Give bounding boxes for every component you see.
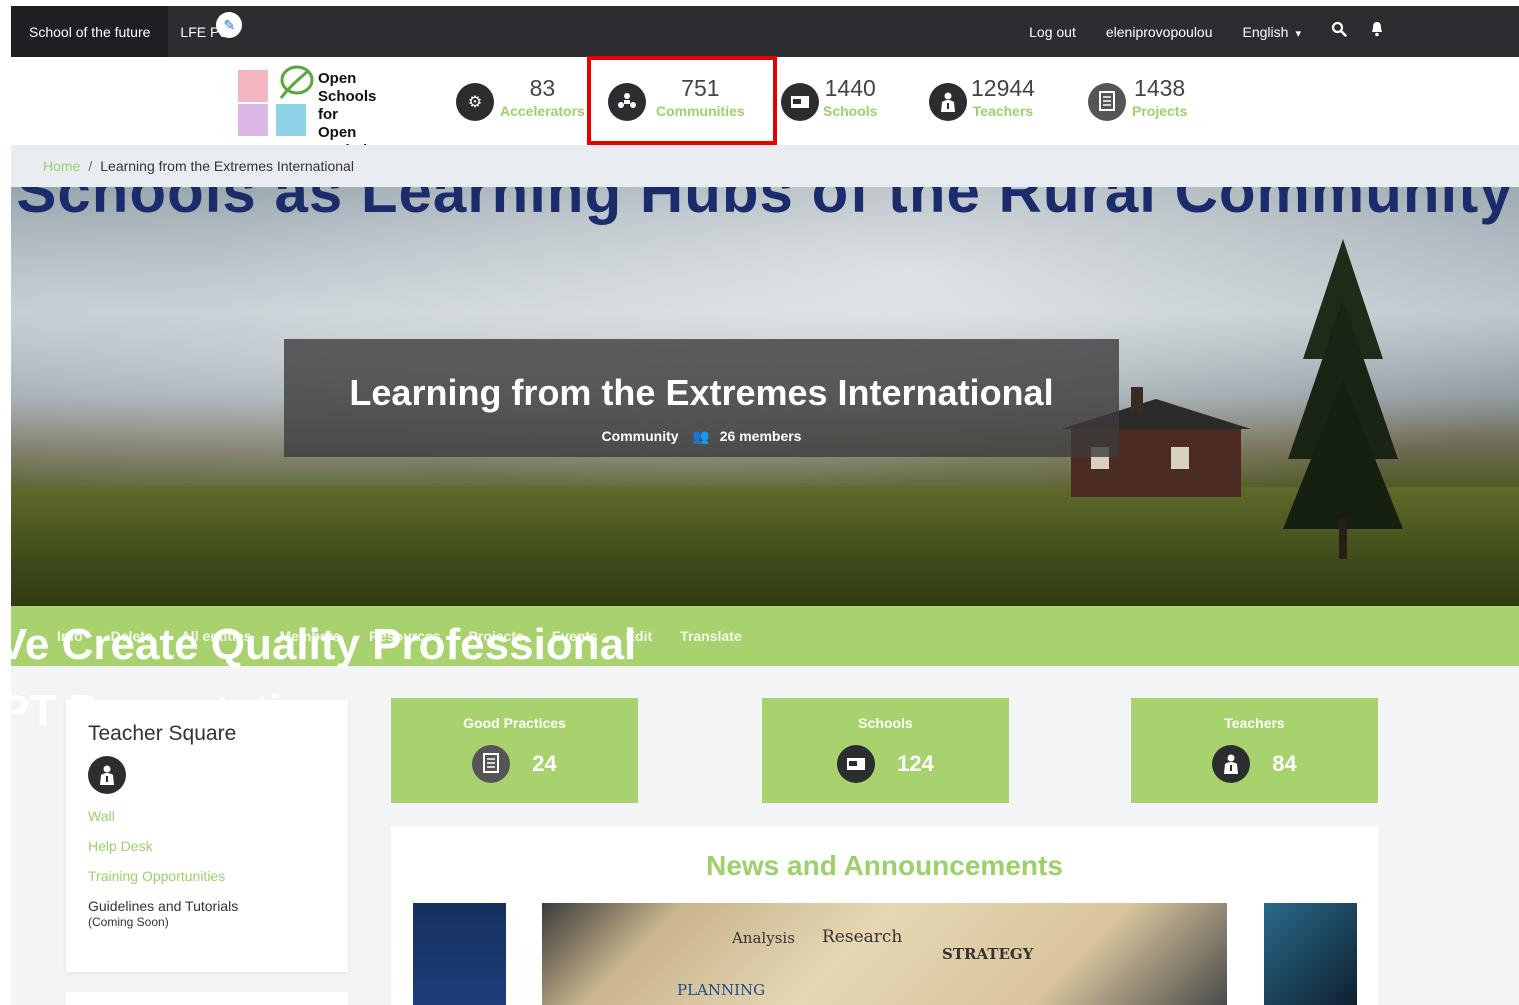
stat-projects[interactable]: 1438 Projects [1088, 74, 1187, 134]
news-slide-right[interactable] [1264, 903, 1357, 1005]
news-title: News and Announcements [706, 850, 1063, 881]
stat-label: Accelerators [500, 103, 585, 119]
members-count[interactable]: 26 members [720, 428, 802, 444]
slide-tag: Research [822, 927, 903, 947]
portal-link[interactable]: LFE Por ✎ [168, 6, 243, 57]
brand-link[interactable]: School of the future [11, 6, 169, 57]
teacher-square-links: Wall Help Desk Training Opportunities Gu… [88, 801, 238, 921]
page-title: Learning from the Extremes International [349, 372, 1054, 413]
logo-square-pink [238, 70, 268, 102]
breadcrumb-home[interactable]: Home [43, 158, 80, 174]
language-dropdown[interactable]: English [1243, 24, 1302, 40]
overlay-text-line1: Ve Create Quality Professional [0, 620, 637, 669]
link-help-desk[interactable]: Help Desk [88, 831, 238, 861]
communities-highlight-box [587, 56, 777, 145]
stat-value: 1438 [1134, 75, 1186, 101]
members-icon: 👥 [692, 428, 710, 444]
news-slide-left[interactable] [413, 903, 506, 1005]
logo-square-blue [276, 104, 306, 136]
hero-meta: Community 👥 26 members [284, 428, 1119, 445]
hero-banner: Schools as Learning Hubs of the Rural Co… [11, 187, 1519, 606]
hero-title-box: Learning from the Extremes International… [284, 339, 1119, 457]
stat-value: 12944 [971, 75, 1035, 101]
news-section: News and Announcements Analysis Research… [391, 826, 1378, 1005]
second-side-card [66, 992, 348, 1005]
link-training[interactable]: Training Opportunities [88, 861, 238, 891]
document-icon [472, 745, 511, 783]
teacher-icon [1212, 745, 1251, 783]
breadcrumb-current: Learning from the Extremes International [100, 158, 354, 174]
stat-teachers[interactable]: 12944 Teachers [929, 74, 1035, 134]
edit-pencil-icon[interactable]: ✎ [216, 12, 243, 38]
document-icon [1088, 83, 1126, 121]
leaf-icon [279, 65, 314, 99]
box-value: 24 [532, 751, 557, 776]
topbar-right: Log out eleniprovopoulou English [1029, 6, 1519, 57]
box-value: 124 [897, 751, 934, 776]
site-logo[interactable]: Open Schools for Open Societies [238, 62, 398, 159]
stat-value: 83 [529, 75, 556, 101]
box-title: Teachers [1224, 715, 1285, 731]
search-icon[interactable] [1331, 21, 1347, 42]
stat-value: 1440 [824, 75, 876, 101]
school-icon [837, 745, 876, 783]
schools-box[interactable]: Schools 124 [762, 698, 1009, 803]
logo-square-purple [238, 104, 268, 136]
coming-soon-label: (Coming Soon) [88, 915, 169, 929]
slide-tag: Analysis [732, 929, 795, 947]
link-wall[interactable]: Wall [88, 801, 238, 831]
stat-accelerators[interactable]: ⚙ 83 Accelerators [456, 74, 585, 134]
school-icon [781, 83, 819, 121]
slide-tag: STRATEGY [942, 945, 1034, 963]
topbar-icons [1331, 21, 1385, 42]
stat-schools[interactable]: 1440 Schools [781, 74, 877, 134]
top-navbar: School of the future LFE Por ✎ Log out e… [11, 6, 1519, 57]
overlay-text-line2: PT Presentation [0, 686, 335, 735]
stat-label: Projects [1132, 103, 1188, 119]
teacher-icon [929, 83, 967, 121]
box-value: 84 [1272, 751, 1297, 776]
community-type: Community [601, 428, 679, 444]
menu-item-translate[interactable]: Translate [680, 628, 741, 644]
news-slide-center[interactable]: Analysis Research STRATEGY PLANNING [542, 903, 1227, 1005]
breadcrumb-separator: / [88, 158, 93, 174]
teacher-square-card: Teacher Square Wall Help Desk Training O… [66, 700, 348, 972]
slide-tag: PLANNING [677, 981, 766, 999]
stat-label: Schools [823, 103, 878, 119]
bell-icon[interactable] [1369, 21, 1385, 42]
logout-link[interactable]: Log out [1029, 24, 1076, 40]
teachers-box[interactable]: Teachers 84 [1131, 698, 1378, 803]
gear-icon: ⚙ [456, 83, 494, 121]
good-practices-box[interactable]: Good Practices 24 [391, 698, 638, 803]
tree-image [1283, 239, 1403, 559]
user-link[interactable]: eleniprovopoulou [1106, 24, 1213, 40]
teacher-icon [88, 756, 126, 794]
box-title: Good Practices [463, 715, 566, 731]
hero-ghost-text: Schools as Learning Hubs of the Rural Co… [16, 187, 1514, 225]
box-title: Schools [858, 715, 913, 731]
stat-label: Teachers [972, 103, 1034, 119]
breadcrumb: Home / Learning from the Extremes Intern… [11, 145, 1519, 187]
